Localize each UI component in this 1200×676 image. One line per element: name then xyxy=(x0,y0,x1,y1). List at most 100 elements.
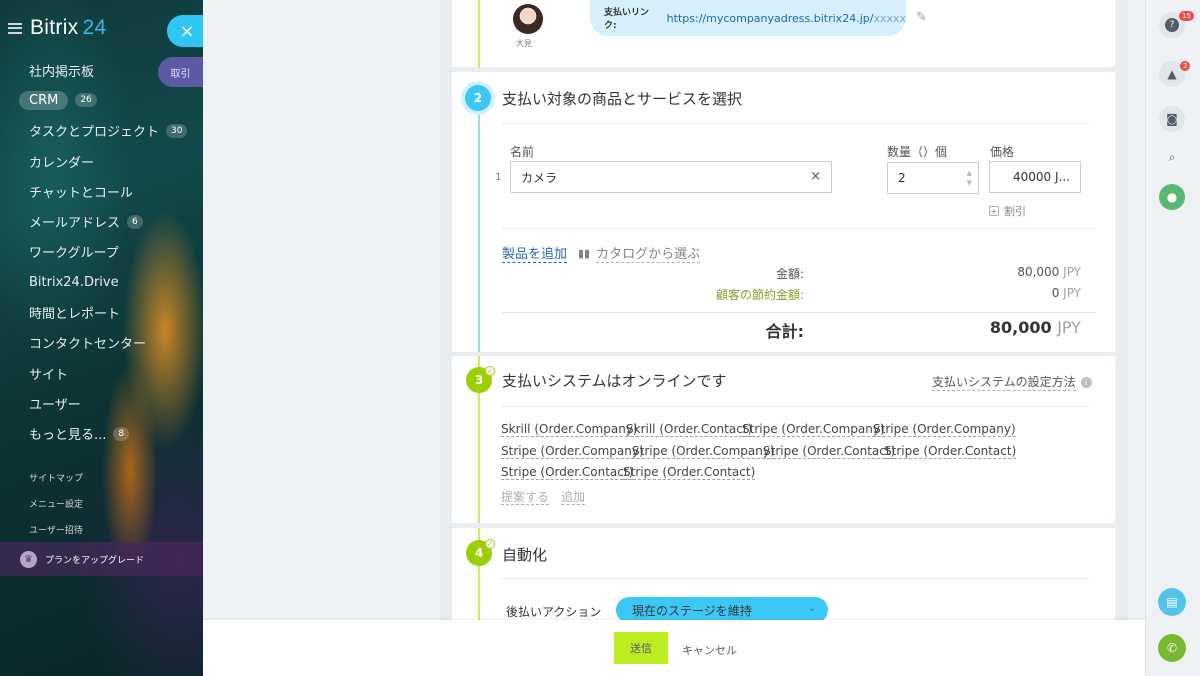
divider xyxy=(502,312,1096,313)
search-icon: ⌕ xyxy=(1168,149,1176,164)
search-button[interactable]: ⌕ xyxy=(1159,144,1185,170)
post-payment-action-label: 後払いアクション xyxy=(506,605,602,619)
savings-value: 0 JPY xyxy=(1051,286,1081,300)
clear-icon[interactable]: × xyxy=(810,169,821,184)
payment-system-tag[interactable]: Stripe (Order.Contact) xyxy=(623,465,756,480)
invite-users-link[interactable]: ユーザー招待 xyxy=(29,523,83,536)
section-title-payment-systems: 支払いシステムはオンラインです xyxy=(502,372,727,390)
avatar-name: 大見 xyxy=(516,39,532,48)
amount-label: 金額: xyxy=(775,267,804,281)
cancel-button[interactable]: キャンセル xyxy=(682,642,737,658)
column-name-label: 名前 xyxy=(510,145,535,159)
divider xyxy=(502,123,1089,124)
suggest-link[interactable]: 提案する xyxy=(501,488,550,505)
check-icon: ✓ xyxy=(485,539,495,549)
sidebar-item-tasks[interactable]: タスクとプロジェクト 30 xyxy=(0,116,203,146)
messenger-button[interactable]: ◙ xyxy=(1159,106,1185,132)
payment-link-suffix[interactable]: xxxxx xyxy=(873,12,906,25)
payment-link-url[interactable]: https://mycompanyadress.bitrix24.jp/ xyxy=(667,12,874,25)
sitemap-link[interactable]: サイトマップ xyxy=(29,471,83,484)
payment-system-tag[interactable]: Stripe (Order.Contact) xyxy=(763,444,896,459)
amount-value: 80,000 JPY xyxy=(1017,265,1081,279)
bottom-action-bar xyxy=(203,620,1145,676)
divider xyxy=(502,406,1089,407)
sidebar-item-calendar[interactable]: カレンダー xyxy=(0,146,203,176)
divider xyxy=(502,578,1089,579)
help-badge: 15 xyxy=(1179,11,1194,21)
sidebar-item-mail[interactable]: メールアドレス 6 xyxy=(0,206,203,236)
payment-system-tag[interactable]: Skrill (Order.Contact) xyxy=(626,422,753,437)
sidebar-item-contact-center[interactable]: コンタクトセンター xyxy=(0,328,203,358)
pencil-edit-icon[interactable]: ✎ xyxy=(916,10,927,25)
open-lines-button[interactable]: ▤ xyxy=(1158,588,1186,616)
telephony-button[interactable]: ✆ xyxy=(1158,634,1186,662)
info-icon: i xyxy=(1080,376,1092,388)
close-icon: × xyxy=(179,20,195,42)
crown-icon: ♛ xyxy=(20,550,37,568)
avatar xyxy=(513,4,543,34)
bell-icon: ▲ xyxy=(1167,67,1177,81)
add-product-link[interactable]: 製品を追加 xyxy=(502,243,568,263)
row-index: 1 xyxy=(495,172,502,183)
send-button[interactable]: 送信 xyxy=(614,632,668,664)
sidebar-item-users[interactable]: ユーザー xyxy=(0,388,203,418)
close-slider-button[interactable]: × xyxy=(167,15,203,47)
document-icon: ▤ xyxy=(1166,595,1178,609)
savings-label: 顧客の節約金額: xyxy=(715,288,804,302)
sidebar-item-sites[interactable]: サイト xyxy=(0,358,203,388)
payment-system-tag[interactable]: Stripe (Order.Company) xyxy=(632,444,775,459)
sidebar-item-more[interactable]: もっと見る... 8 xyxy=(0,419,203,449)
payment-setup-help-link[interactable]: 支払いシステムの設定方法 i xyxy=(932,373,1092,391)
payment-link-bubble: 支払いリンク: https://mycompanyadress.bitrix24… xyxy=(590,0,906,36)
payment-system-tag[interactable]: Stripe (Order.Company) xyxy=(501,444,644,459)
total-value: 80,000 JPY xyxy=(989,318,1081,337)
discount-link[interactable]: + 割引 xyxy=(989,203,1026,219)
payment-system-tag[interactable]: Stripe (Order.Company) xyxy=(742,422,885,437)
step-2-indicator: 2 xyxy=(465,85,491,111)
chevron-down-icon: ⌄ xyxy=(807,603,816,614)
sidebar-item-drive[interactable]: Bitrix24.Drive xyxy=(0,267,203,297)
payment-system-tag[interactable]: Skrill (Order.Company) xyxy=(501,422,638,437)
left-sidebar: Bitrix 24 社内掲示板 CRM 26 タスクとプロジェクト 30 カレンダー … xyxy=(0,0,203,676)
upgrade-plan-button[interactable]: ♛ プランをアップグレード xyxy=(0,542,203,576)
counter-badge: 26 xyxy=(75,93,97,108)
price-input[interactable]: 40000 J... xyxy=(989,161,1081,193)
brand-logo[interactable]: Bitrix 24 xyxy=(30,16,106,40)
catalog-link[interactable]: ▮▮ カタログから選ぶ xyxy=(578,243,701,263)
timeline-line xyxy=(478,84,480,352)
column-qty-label: 数量（）個 xyxy=(887,145,948,159)
check-icon: ✓ xyxy=(485,366,495,376)
user-avatar-button[interactable]: ● xyxy=(1159,184,1185,210)
plus-icon: + xyxy=(989,206,999,216)
sidebar-nav: 社内掲示板 CRM 26 タスクとプロジェクト 30 カレンダー チャットとコール … xyxy=(0,55,203,449)
payment-system-tag[interactable]: Stripe (Order.Contact) xyxy=(884,444,1017,459)
payment-system-tag[interactable]: Stripe (Order.Company) xyxy=(873,422,1016,437)
section-title-products: 支払い対象の商品とサービスを選択 xyxy=(502,90,743,108)
menu-settings-link[interactable]: メニュー設定 xyxy=(29,497,83,510)
logo-row: Bitrix 24 xyxy=(8,14,106,42)
sidebar-item-chat[interactable]: チャットとコール xyxy=(0,176,203,206)
counter-badge: 6 xyxy=(127,214,143,229)
stepper-arrows-icon[interactable]: ▲ ▼ xyxy=(967,168,972,188)
right-rail xyxy=(1145,0,1200,676)
quantity-stepper[interactable]: 2 ▲ ▼ xyxy=(887,162,979,194)
product-name-input[interactable]: カメラ × xyxy=(510,161,832,193)
total-label: 合計: xyxy=(765,322,804,341)
sidebar-item-crm[interactable]: CRM 26 xyxy=(0,85,203,115)
deal-tab-button[interactable]: 取引 xyxy=(158,57,203,87)
sidebar-item-workgroups[interactable]: ワークグループ xyxy=(0,237,203,267)
user-icon: ● xyxy=(1166,190,1178,204)
payment-system-tag[interactable]: Stripe (Order.Contact) xyxy=(501,465,634,480)
book-icon: ▮▮ xyxy=(578,246,591,260)
section-title-automation: 自動化 xyxy=(502,546,548,564)
question-icon: ? xyxy=(1165,18,1179,32)
counter-badge: 30 xyxy=(166,123,188,138)
add-payment-link[interactable]: 追加 xyxy=(561,488,586,505)
hamburger-menu-icon[interactable] xyxy=(8,22,22,34)
sidebar-item-time-reports[interactable]: 時間とレポート xyxy=(0,297,203,327)
counter-badge: 8 xyxy=(113,426,130,441)
column-price-label: 価格 xyxy=(990,145,1015,159)
payment-link-label: 支払いリンク: xyxy=(604,8,650,31)
phone-icon: ✆ xyxy=(1166,641,1178,655)
divider xyxy=(502,228,1096,229)
